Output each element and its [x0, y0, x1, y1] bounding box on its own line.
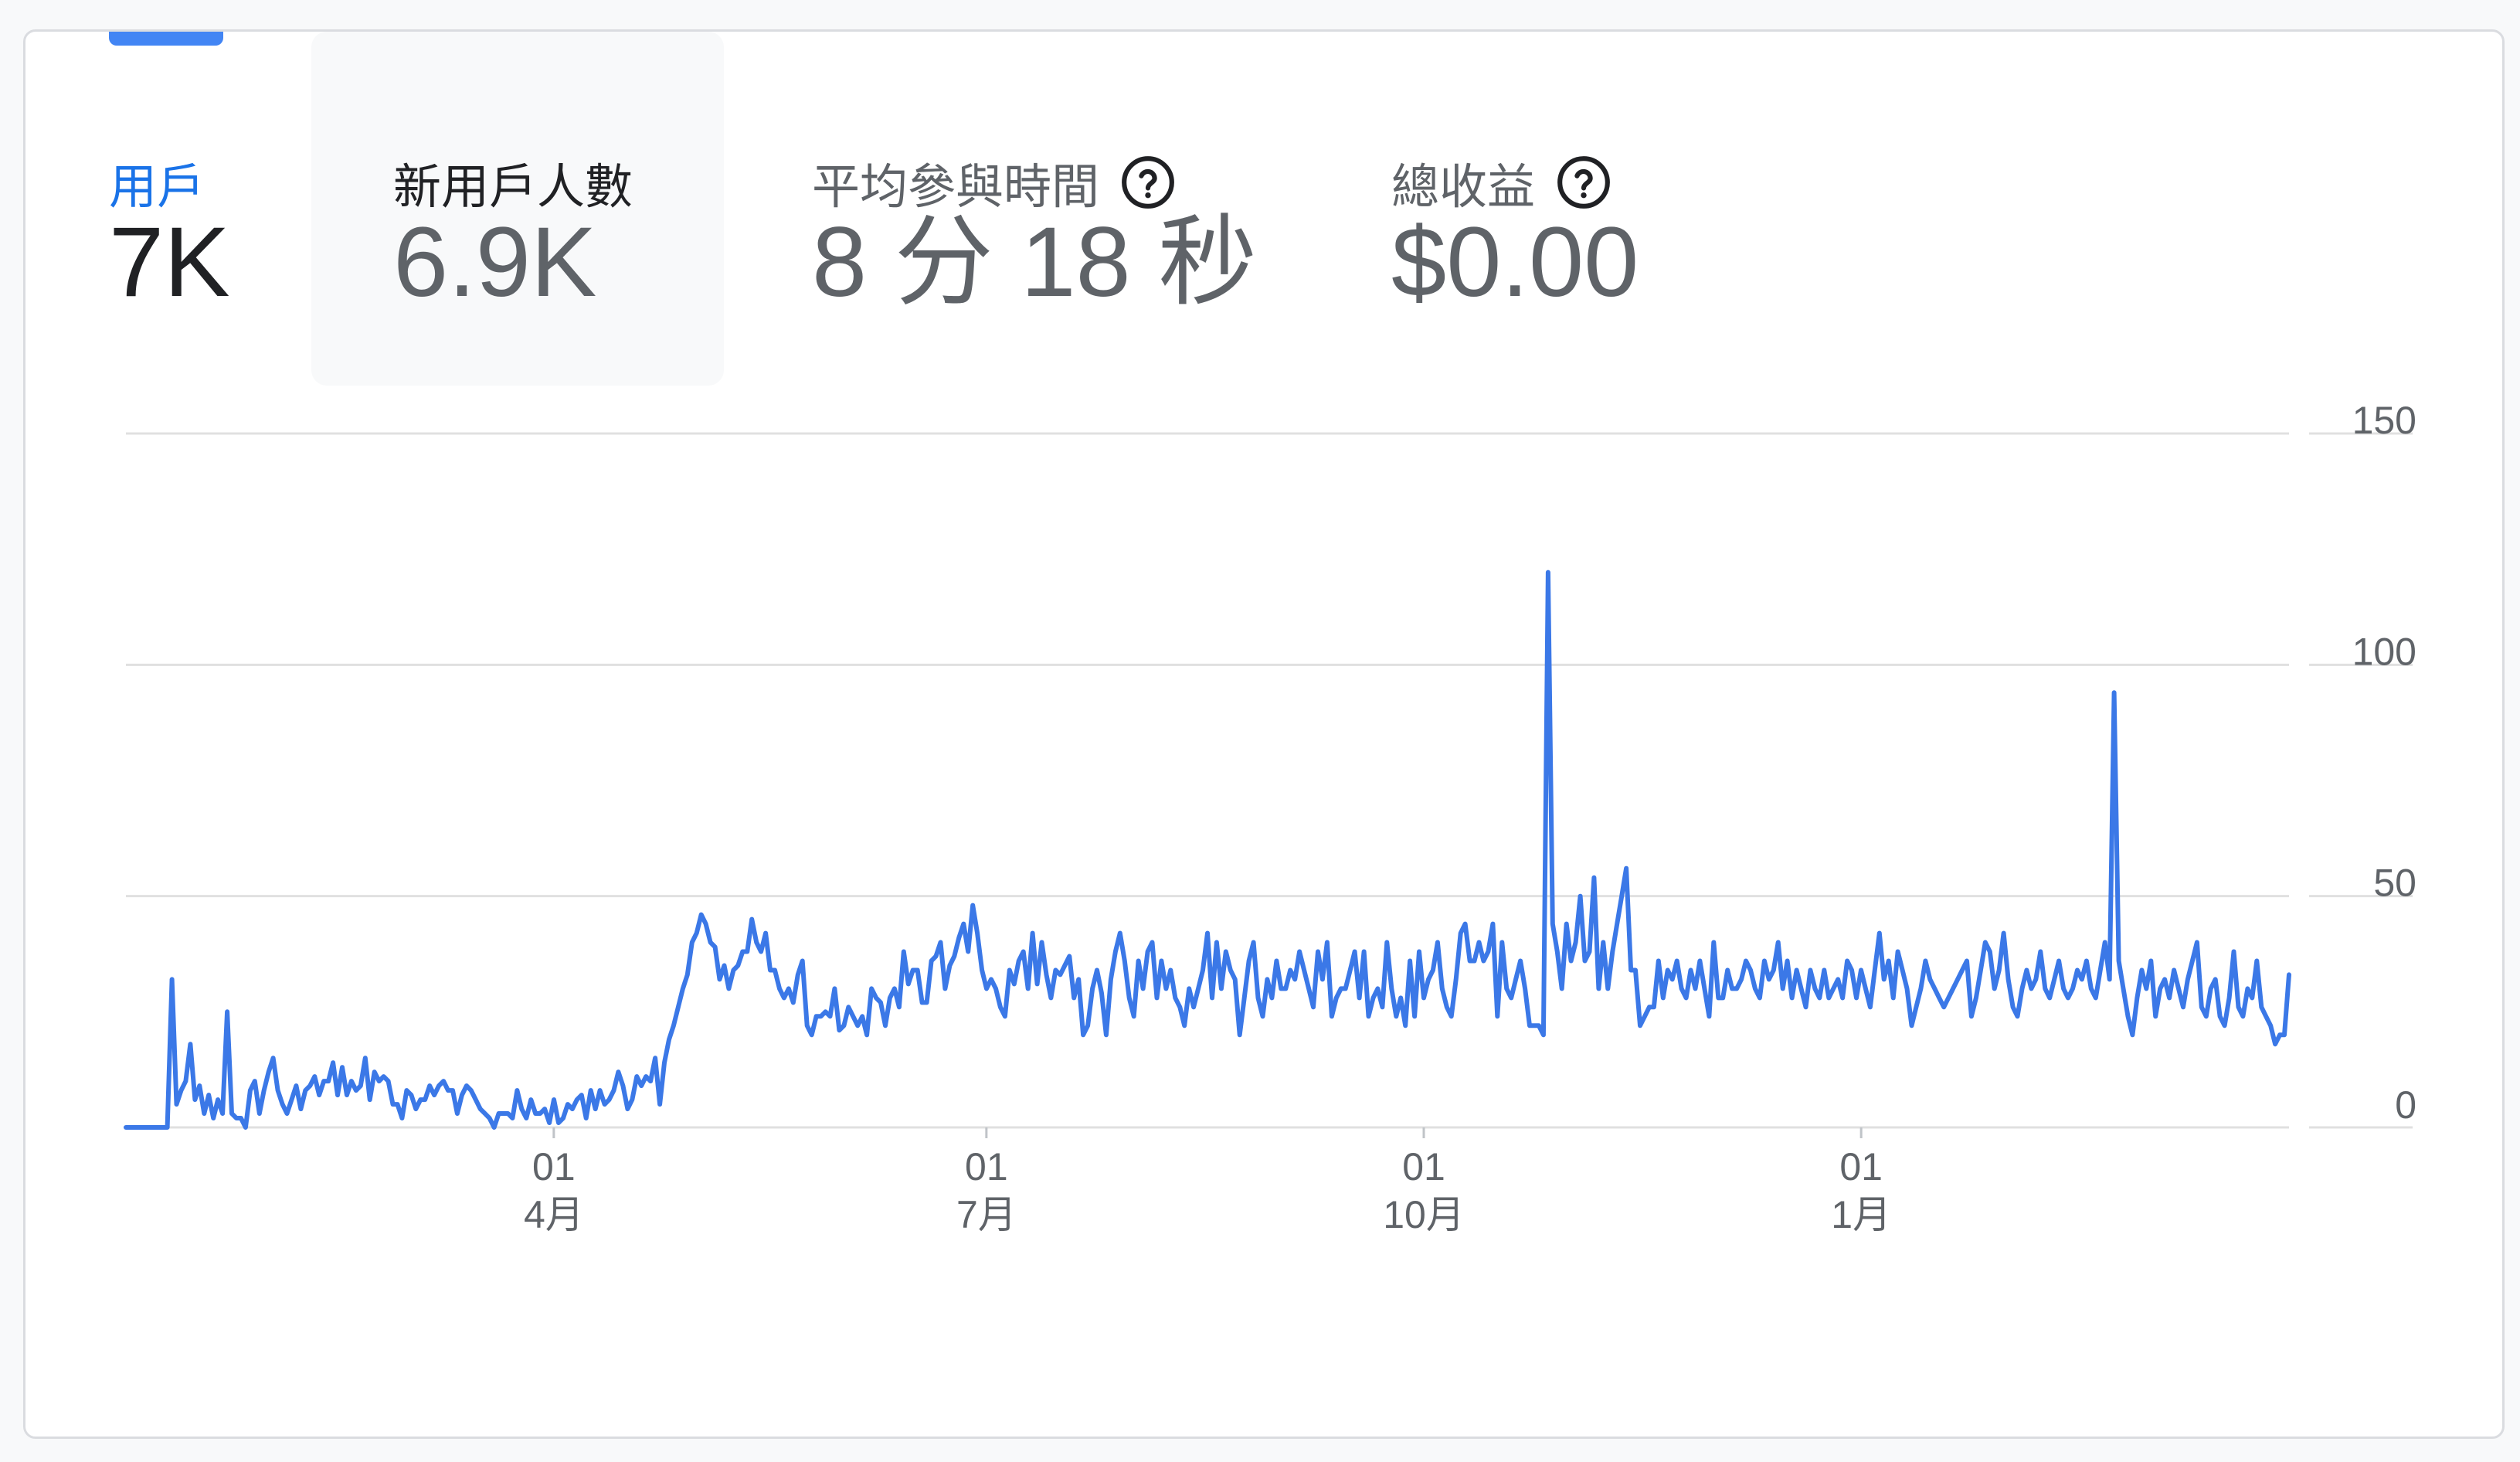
- y-tick-label: 0: [2395, 1083, 2416, 1127]
- y-tick-label: 150: [2352, 399, 2416, 442]
- line-chart: 0 50 100 150 01 4月 01 7月 01 10月 01 1月: [25, 32, 2502, 1436]
- x-tick-label-day: 01: [1839, 1145, 1883, 1188]
- series-line: [124, 570, 2291, 1130]
- x-tick-label-day: 01: [1402, 1145, 1445, 1188]
- x-tick-label-month: 4月: [524, 1193, 584, 1236]
- x-tick-label-day: 01: [532, 1145, 576, 1188]
- x-tick-label-month: 1月: [1831, 1193, 1891, 1236]
- line-chart-svg: 0 50 100 150 01 4月 01 7月 01 10月 01 1月: [124, 399, 2416, 1236]
- x-tick-label-month: 7月: [956, 1193, 1017, 1236]
- y-tick-label: 100: [2352, 630, 2416, 673]
- x-tick-label-day: 01: [965, 1145, 1008, 1188]
- x-tick-label-month: 10月: [1383, 1193, 1465, 1236]
- y-tick-label: 50: [2373, 862, 2416, 905]
- analytics-card: 用戶 7K 新用戶人數 6.9K 平均參與時間 8 分 18 秒 總收益 $0.…: [23, 29, 2505, 1439]
